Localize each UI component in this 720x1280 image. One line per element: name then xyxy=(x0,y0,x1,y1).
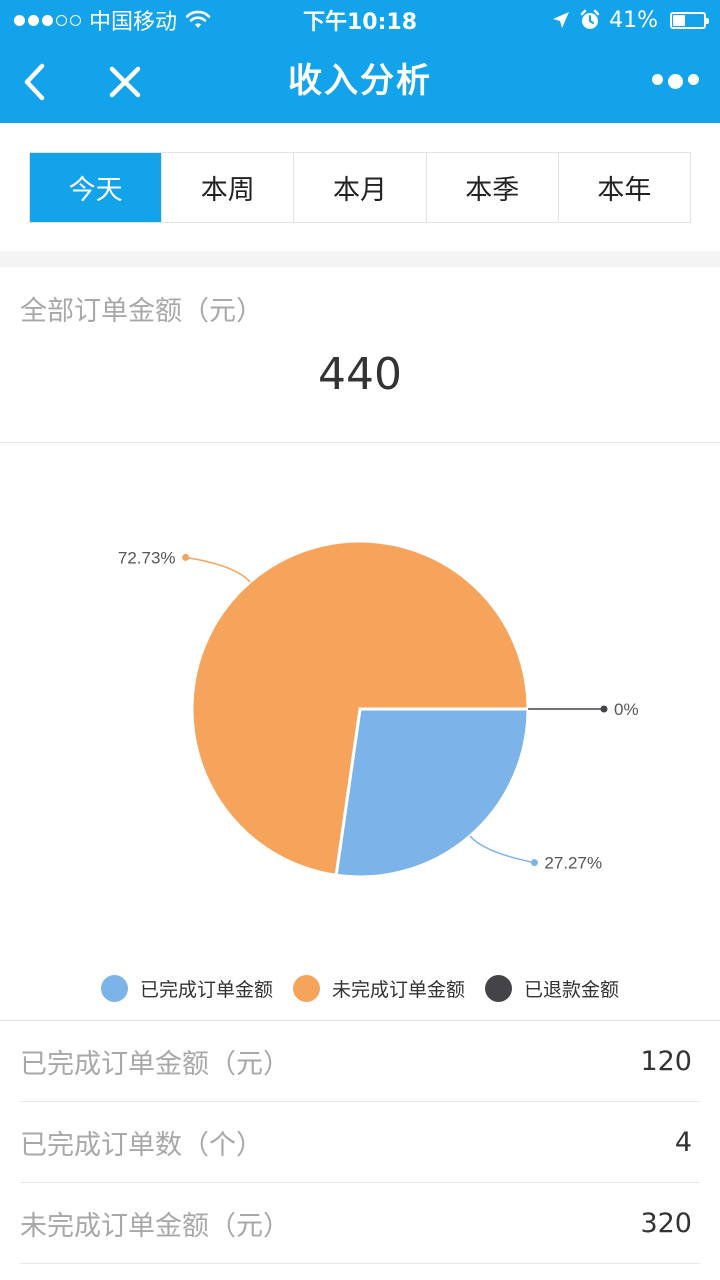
page-title: 收入分析 xyxy=(288,61,432,101)
legend-label-refunded: 已退款金额 xyxy=(524,978,620,1001)
pie-leader-dot-refunded xyxy=(600,705,608,713)
legend-item-uncompleted[interactable]: 未完成订单金额 xyxy=(292,974,465,1002)
stat-row-uncompleted-amount: 未完成订单金额（元） 320 xyxy=(20,1183,700,1264)
pie-label-completed: 27.27% xyxy=(544,854,602,873)
tab-this-year[interactable]: 本年 xyxy=(559,153,690,222)
pie-leader-dot-uncompleted xyxy=(182,553,190,561)
wifi-icon xyxy=(185,10,211,28)
legend-swatch-uncompleted xyxy=(292,974,320,1002)
stat-value: 120 xyxy=(640,1045,692,1077)
battery-percent: 41% xyxy=(609,7,658,33)
stat-value: 4 xyxy=(674,1126,692,1158)
total-amount-label: 全部订单金额（元） xyxy=(20,296,263,327)
stat-label: 已完成订单金额（元） xyxy=(20,1048,290,1080)
tab-this-week[interactable]: 本周 xyxy=(162,153,295,222)
battery-fill xyxy=(673,14,686,26)
legend-item-completed[interactable]: 已完成订单金额 xyxy=(100,974,273,1002)
pie-leader-dot-completed xyxy=(530,859,538,867)
pie-slice-completed[interactable] xyxy=(334,707,530,879)
chart-legend: 已完成订单金额 未完成订单金额 已退款金额 xyxy=(0,970,720,1006)
total-amount-value: 440 xyxy=(318,349,402,400)
total-amount-section: 全部订单金额（元） 440 xyxy=(0,267,720,443)
period-tabs: 今天 本周 本月 本季 本年 xyxy=(29,152,691,223)
tab-this-quarter[interactable]: 本季 xyxy=(427,153,559,222)
alarm-clock-icon xyxy=(580,9,600,29)
status-bar: 中国移动 下午10:18 41% xyxy=(0,0,720,40)
stat-row-completed-amount: 已完成订单金额（元） 120 xyxy=(20,1021,700,1102)
status-right: 41% xyxy=(551,7,709,33)
navigation-bar: 收入分析 xyxy=(0,40,720,123)
stat-label: 未完成订单金额（元） xyxy=(20,1210,290,1242)
tab-today[interactable]: 今天 xyxy=(30,153,163,222)
legend-swatch-completed xyxy=(100,974,128,1002)
pie-label-refunded: 0% xyxy=(614,700,639,719)
stat-label: 已完成订单数（个） xyxy=(20,1129,263,1161)
period-tabs-section: 今天 本周 本月 本季 本年 xyxy=(0,123,720,251)
pie-leader-line-uncompleted xyxy=(185,556,251,583)
legend-label-uncompleted: 未完成订单金额 xyxy=(331,978,465,1001)
status-left: 中国移动 xyxy=(14,4,211,36)
stat-row-completed-count: 已完成订单数（个） 4 xyxy=(20,1102,700,1183)
legend-label-completed: 已完成订单金额 xyxy=(139,978,273,1001)
more-options-button[interactable] xyxy=(640,40,710,123)
location-arrow-icon xyxy=(553,12,570,28)
pie-leader-line-completed xyxy=(469,835,535,864)
carrier-name: 中国移动 xyxy=(89,10,178,35)
more-dots-icon xyxy=(651,74,699,89)
tab-this-month[interactable]: 本月 xyxy=(294,153,427,222)
pie-chart-svg: 27.27% 72.73% 0% xyxy=(118,539,639,879)
battery-icon xyxy=(670,11,709,29)
signal-strength-icon xyxy=(14,14,81,26)
section-separator xyxy=(0,251,720,267)
pie-label-uncompleted: 72.73% xyxy=(118,548,176,567)
income-pie-chart: 27.27% 72.73% 0% xyxy=(0,444,720,1020)
legend-swatch-refunded xyxy=(485,974,512,1002)
legend-item-refunded[interactable]: 已退款金额 xyxy=(485,974,620,1002)
stats-list: 已完成订单金额（元） 120 已完成订单数（个） 4 未完成订单金额（元） 32… xyxy=(0,1021,720,1264)
stat-value: 320 xyxy=(640,1207,692,1239)
